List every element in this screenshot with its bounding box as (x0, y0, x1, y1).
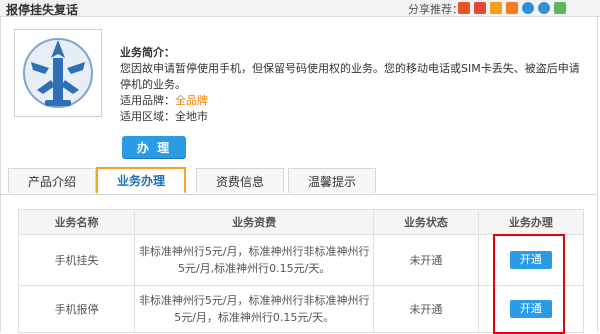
row-action: 开通 (477, 285, 585, 333)
business-table: 业务名称 业务资费 业务状态 业务办理 手机挂失 非标准神州行5元/月，标准神州… (17, 209, 585, 333)
title-bar: 报停挂失复话 分享推荐： (0, 0, 600, 17)
row-fee: 非标准神州行5元/月，标准神州行非标准神州行5元/月，标准神州行0.15元/天。 (134, 285, 375, 333)
col-header-action: 业务办理 (477, 209, 585, 235)
row-name: 手机挂失 (17, 234, 136, 286)
tab-label: 业务办理 (116, 174, 165, 188)
share-label: 分享推荐： (408, 3, 463, 16)
sina-weibo-icon[interactable] (490, 2, 502, 14)
row-status: 未开通 (373, 234, 479, 286)
col-header-fee: 业务资费 (134, 209, 375, 235)
col-header-name: 业务名称 (17, 209, 136, 235)
intro-text: 您因故申请暂停使用手机，但保留号码使用权的业务。您的移动电话或SIM卡丢失、被盗… (120, 62, 580, 91)
col-header-status: 业务状态 (373, 209, 479, 235)
row-action: 开通 (477, 234, 585, 286)
region-value: 全地市 (175, 110, 208, 123)
row-status: 未开通 (373, 285, 479, 333)
product-info: 业务简介： 您因故申请暂停使用手机，但保留号码使用权的业务。您的移动电话或SIM… (120, 45, 590, 125)
tab-label: 产品介绍 (27, 174, 76, 189)
douban-icon[interactable] (538, 2, 550, 14)
tab-label: 资费信息 (215, 174, 264, 189)
tab-fee-info[interactable]: 资费信息 (196, 168, 284, 193)
more-share-icon[interactable] (554, 2, 566, 14)
tab-business-handling[interactable]: 业务办理 (96, 167, 186, 194)
sim-card-icon (23, 38, 93, 108)
table-header-row: 业务名称 业务资费 业务状态 业务办理 (17, 209, 585, 235)
share-icons (458, 2, 566, 14)
row-fee: 非标准神州行5元/月，标准神州行非标准神州行5元/月,标准神州行0.15元/天。 (134, 234, 375, 286)
tab-divider (0, 194, 596, 195)
tab-label: 温馨提示 (307, 174, 356, 189)
intro-label: 业务简介： (120, 46, 175, 59)
tab-tips[interactable]: 温馨提示 (288, 168, 376, 193)
table-row: 手机报停 非标准神州行5元/月，标准神州行非标准神州行5元/月，标准神州行0.1… (17, 285, 585, 333)
tencent-weibo-icon[interactable] (474, 2, 486, 14)
kaixin-icon[interactable] (522, 2, 534, 14)
brand-value: 全品牌 (175, 94, 208, 107)
apply-button[interactable]: 办 理 (122, 136, 186, 158)
open-button[interactable]: 开通 (509, 251, 552, 269)
product-image (14, 29, 102, 117)
table-row: 手机挂失 非标准神州行5元/月，标准神州行非标准神州行5元/月,标准神州行0.1… (17, 234, 585, 286)
region-label: 适用区域： (120, 110, 175, 123)
brand-label: 适用品牌： (120, 94, 175, 107)
open-button[interactable]: 开通 (509, 300, 552, 318)
row-name: 手机报停 (17, 285, 136, 333)
tab-bar: 产品介绍 业务办理 资费信息 温馨提示 (8, 167, 588, 194)
tab-product-intro[interactable]: 产品介绍 (8, 168, 96, 193)
renren-icon[interactable] (506, 2, 518, 14)
qzone-icon[interactable] (458, 2, 470, 14)
